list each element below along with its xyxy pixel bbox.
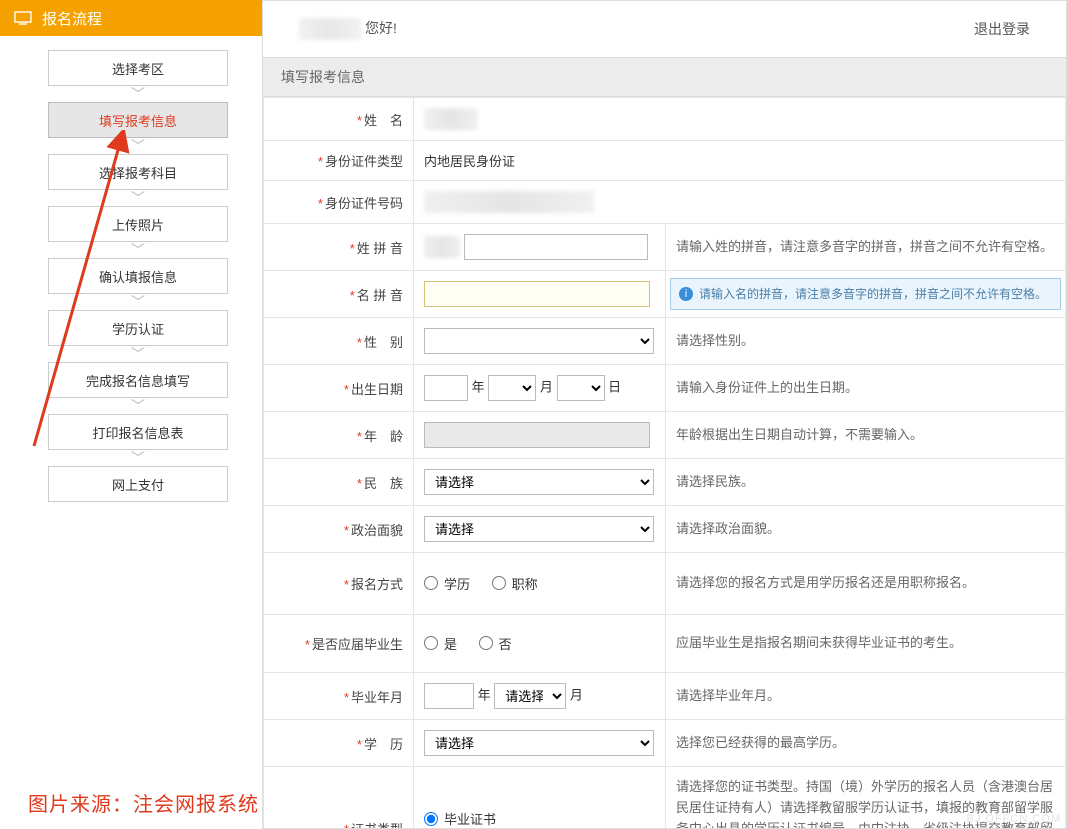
step-item-1[interactable]: 填写报考信息 <box>48 102 228 138</box>
radio-cert-grad[interactable]: 毕业证书 <box>424 809 496 828</box>
step-item-3[interactable]: 上传照片 <box>48 206 228 242</box>
chevron-down-icon: ﹀ <box>131 190 145 206</box>
label-name: 姓 名 <box>364 113 403 128</box>
select-degree[interactable]: 请选择 <box>424 730 654 756</box>
label-grad-ym: 毕业年月 <box>351 690 403 705</box>
step-item-5[interactable]: 学历认证 <box>48 310 228 346</box>
tip-given-pinyin: i 请输入名的拼音，请注意多音字的拼音，拼音之间不允许有空格。 <box>670 278 1061 310</box>
select-gender[interactable] <box>424 328 654 354</box>
hint-surname-pinyin: 请输入姓的拼音，请注意多音字的拼音，拼音之间不允许有空格。 <box>666 224 1066 271</box>
source-note: 图片来源：注会网报系统 <box>28 788 259 817</box>
radio-reg-mode-title[interactable]: 职称 <box>492 574 538 593</box>
label-surname-pinyin: 姓 拼 音 <box>357 241 403 256</box>
hint-degree: 选择您已经获得的最高学历。 <box>666 720 1066 767</box>
chevron-down-icon: ﹀ <box>131 398 145 414</box>
step-item-4[interactable]: 确认填报信息 <box>48 258 228 294</box>
hint-politics: 请选择政治面貌。 <box>666 506 1066 553</box>
label-politics: 政治面貌 <box>351 523 403 538</box>
select-nation[interactable]: 请选择 <box>424 469 654 495</box>
step-item-7[interactable]: 打印报名信息表 <box>48 414 228 450</box>
chevron-down-icon: ﹀ <box>131 450 145 466</box>
hint-nation: 请选择民族。 <box>666 459 1066 506</box>
step-item-2[interactable]: 选择报考科目 <box>48 154 228 190</box>
select-politics[interactable]: 请选择 <box>424 516 654 542</box>
sidebar-header: 报名流程 <box>0 0 262 36</box>
monitor-icon <box>14 11 32 25</box>
label-age: 年 龄 <box>364 429 403 444</box>
hint-reg-mode: 请选择您的报名方式是用学历报名还是用职称报名。 <box>666 553 1066 615</box>
chevron-down-icon: ﹀ <box>131 138 145 154</box>
select-grad-month[interactable]: 请选择 <box>494 683 566 709</box>
sidebar-title: 报名流程 <box>42 8 102 29</box>
chevron-down-icon: ﹀ <box>131 294 145 310</box>
watermark: BJ.OFFCN.COM <box>967 813 1062 825</box>
chevron-down-icon: ﹀ <box>131 86 145 102</box>
section-title: 填写报考信息 <box>263 57 1066 97</box>
hint-fresh-grad: 应届毕业生是指报名期间未获得毕业证书的考生。 <box>666 615 1066 673</box>
value-id-type: 内地居民身份证 <box>424 154 515 169</box>
label-degree: 学 历 <box>364 737 403 752</box>
radio-fresh-no[interactable]: 否 <box>479 634 512 653</box>
greeting-text: 您好! <box>299 18 397 40</box>
select-birth-month[interactable] <box>488 375 536 401</box>
select-birth-day[interactable] <box>557 375 605 401</box>
label-gender: 性 别 <box>364 335 403 350</box>
input-given-pinyin[interactable] <box>424 281 650 307</box>
chevron-down-icon: ﹀ <box>131 346 145 362</box>
label-cert-type: 证书类型 <box>351 822 403 829</box>
label-given-pinyin: 名 拼 音 <box>357 288 403 303</box>
logout-link[interactable]: 退出登录 <box>974 19 1030 39</box>
radio-fresh-yes[interactable]: 是 <box>424 634 457 653</box>
label-fresh-grad: 是否应届毕业生 <box>312 637 403 652</box>
input-birth-year[interactable] <box>424 375 468 401</box>
chevron-down-icon: ﹀ <box>131 242 145 258</box>
label-birth: 出生日期 <box>351 382 403 397</box>
radio-reg-mode-degree[interactable]: 学历 <box>424 574 470 593</box>
step-item-0[interactable]: 选择考区 <box>48 50 228 86</box>
label-id-type: 身份证件类型 <box>325 154 403 169</box>
input-age-readonly <box>424 422 650 448</box>
input-grad-year[interactable] <box>424 683 474 709</box>
info-icon: i <box>679 287 693 301</box>
hint-age: 年龄根据出生日期自动计算，不需要输入。 <box>666 412 1066 459</box>
hint-grad-ym: 请选择毕业年月。 <box>666 673 1066 720</box>
label-nation: 民 族 <box>364 476 403 491</box>
input-surname-pinyin[interactable] <box>464 234 648 260</box>
step-item-6[interactable]: 完成报名信息填写 <box>48 362 228 398</box>
label-id-number: 身份证件号码 <box>325 196 403 211</box>
label-reg-mode: 报名方式 <box>351 577 403 592</box>
hint-birth: 请输入身份证件上的出生日期。 <box>666 365 1066 412</box>
step-item-8[interactable]: 网上支付 <box>48 466 228 502</box>
hint-gender: 请选择性别。 <box>666 318 1066 365</box>
